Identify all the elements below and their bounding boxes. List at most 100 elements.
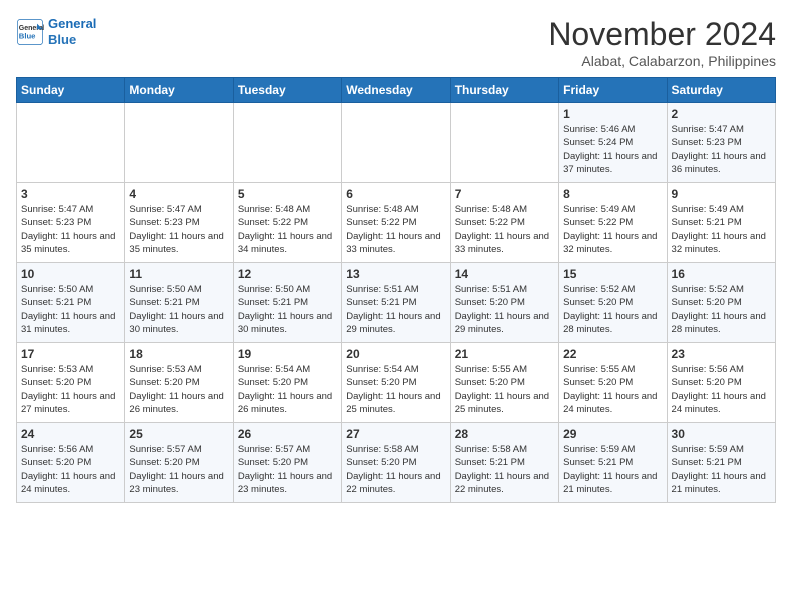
day-number: 18	[129, 347, 228, 361]
calendar-cell-w2-d3: 13 Sunrise: 5:51 AMSunset: 5:21 PMDayligh…	[342, 263, 450, 343]
calendar-week-2: 10 Sunrise: 5:50 AMSunset: 5:21 PMDayligh…	[17, 263, 776, 343]
weekday-header-friday: Friday	[559, 78, 667, 103]
calendar-cell-w2-d4: 14Sunrise: 5:51 AMSunset: 5:20 PMDayligh…	[450, 263, 558, 343]
day-info: Sunrise: 5:57 AMSunset: 5:20 PMDaylight:…	[129, 443, 228, 496]
day-number: 7	[455, 187, 554, 201]
calendar-cell-w0-d0	[17, 103, 125, 183]
calendar-cell-w1-d3: 6 Sunrise: 5:48 AMSunset: 5:22 PMDaylight…	[342, 183, 450, 263]
calendar-cell-w3-d2: 19Sunrise: 5:54 AMSunset: 5:20 PMDayligh…	[233, 343, 341, 423]
day-info: Sunrise: 5:47 AMSunset: 5:23 PMDaylight:…	[21, 203, 120, 256]
calendar-cell-w0-d6: 2 Sunrise: 5:47 AMSunset: 5:23 PMDaylight…	[667, 103, 775, 183]
day-number: 21	[455, 347, 554, 361]
location: Alabat, Calabarzon, Philippines	[548, 53, 776, 69]
logo-text: General Blue	[48, 16, 96, 47]
day-number: 14	[455, 267, 554, 281]
title-block: November 2024 Alabat, Calabarzon, Philip…	[548, 16, 776, 69]
day-info: Sunrise: 5:49 AMSunset: 5:21 PMDaylight:…	[672, 203, 771, 256]
weekday-header-row: SundayMondayTuesdayWednesdayThursdayFrid…	[17, 78, 776, 103]
day-info: Sunrise: 5:59 AMSunset: 5:21 PMDaylight:…	[672, 443, 771, 496]
day-info: Sunrise: 5:53 AMSunset: 5:20 PMDaylight:…	[129, 363, 228, 416]
weekday-header-wednesday: Wednesday	[342, 78, 450, 103]
day-number: 28	[455, 427, 554, 441]
day-info: Sunrise: 5:54 AMSunset: 5:20 PMDaylight:…	[346, 363, 445, 416]
logo: General Blue General Blue	[16, 16, 96, 47]
day-number: 24	[21, 427, 120, 441]
calendar-body: 1 Sunrise: 5:46 AMSunset: 5:24 PMDaylight…	[17, 103, 776, 503]
day-info: Sunrise: 5:47 AMSunset: 5:23 PMDaylight:…	[672, 123, 771, 176]
calendar-cell-w4-d2: 26Sunrise: 5:57 AMSunset: 5:20 PMDayligh…	[233, 423, 341, 503]
calendar-cell-w1-d1: 4 Sunrise: 5:47 AMSunset: 5:23 PMDaylight…	[125, 183, 233, 263]
calendar-cell-w3-d4: 21 Sunrise: 5:55 AMSunset: 5:20 PMDayligh…	[450, 343, 558, 423]
calendar-cell-w4-d6: 30 Sunrise: 5:59 AMSunset: 5:21 PMDayligh…	[667, 423, 775, 503]
day-number: 5	[238, 187, 337, 201]
calendar-cell-w0-d3	[342, 103, 450, 183]
calendar-cell-w4-d0: 24Sunrise: 5:56 AMSunset: 5:20 PMDayligh…	[17, 423, 125, 503]
calendar-week-4: 24Sunrise: 5:56 AMSunset: 5:20 PMDayligh…	[17, 423, 776, 503]
day-number: 13	[346, 267, 445, 281]
day-number: 11	[129, 267, 228, 281]
calendar-cell-w0-d1	[125, 103, 233, 183]
day-number: 9	[672, 187, 771, 201]
day-number: 2	[672, 107, 771, 121]
calendar-table: SundayMondayTuesdayWednesdayThursdayFrid…	[16, 77, 776, 503]
day-info: Sunrise: 5:47 AMSunset: 5:23 PMDaylight:…	[129, 203, 228, 256]
day-number: 17	[21, 347, 120, 361]
day-number: 29	[563, 427, 662, 441]
day-number: 10	[21, 267, 120, 281]
day-info: Sunrise: 5:58 AMSunset: 5:20 PMDaylight:…	[346, 443, 445, 496]
calendar-week-1: 3Sunrise: 5:47 AMSunset: 5:23 PMDaylight…	[17, 183, 776, 263]
month-title: November 2024	[548, 16, 776, 53]
day-info: Sunrise: 5:51 AMSunset: 5:21 PMDaylight:…	[346, 283, 445, 336]
calendar-cell-w3-d3: 20 Sunrise: 5:54 AMSunset: 5:20 PMDayligh…	[342, 343, 450, 423]
day-number: 25	[129, 427, 228, 441]
day-info: Sunrise: 5:48 AMSunset: 5:22 PMDaylight:…	[455, 203, 554, 256]
weekday-header-tuesday: Tuesday	[233, 78, 341, 103]
day-number: 1	[563, 107, 662, 121]
calendar-cell-w2-d6: 16Sunrise: 5:52 AMSunset: 5:20 PMDayligh…	[667, 263, 775, 343]
day-info: Sunrise: 5:46 AMSunset: 5:24 PMDaylight:…	[563, 123, 662, 176]
day-info: Sunrise: 5:56 AMSunset: 5:20 PMDaylight:…	[672, 363, 771, 416]
calendar-cell-w0-d4	[450, 103, 558, 183]
calendar-cell-w0-d5: 1 Sunrise: 5:46 AMSunset: 5:24 PMDaylight…	[559, 103, 667, 183]
day-info: Sunrise: 5:52 AMSunset: 5:20 PMDaylight:…	[563, 283, 662, 336]
calendar-cell-w3-d6: 23Sunrise: 5:56 AMSunset: 5:20 PMDayligh…	[667, 343, 775, 423]
calendar-cell-w1-d2: 5 Sunrise: 5:48 AMSunset: 5:22 PMDaylight…	[233, 183, 341, 263]
day-number: 15	[563, 267, 662, 281]
calendar-cell-w1-d4: 7 Sunrise: 5:48 AMSunset: 5:22 PMDaylight…	[450, 183, 558, 263]
day-info: Sunrise: 5:50 AMSunset: 5:21 PMDaylight:…	[129, 283, 228, 336]
calendar-cell-w3-d1: 18 Sunrise: 5:53 AMSunset: 5:20 PMDayligh…	[125, 343, 233, 423]
day-number: 19	[238, 347, 337, 361]
day-number: 20	[346, 347, 445, 361]
calendar-week-3: 17 Sunrise: 5:53 AMSunset: 5:20 PMDayligh…	[17, 343, 776, 423]
calendar-cell-w4-d5: 29 Sunrise: 5:59 AMSunset: 5:21 PMDayligh…	[559, 423, 667, 503]
day-info: Sunrise: 5:48 AMSunset: 5:22 PMDaylight:…	[238, 203, 337, 256]
weekday-header-sunday: Sunday	[17, 78, 125, 103]
day-number: 27	[346, 427, 445, 441]
day-number: 12	[238, 267, 337, 281]
calendar-cell-w2-d2: 12 Sunrise: 5:50 AMSunset: 5:21 PMDayligh…	[233, 263, 341, 343]
day-info: Sunrise: 5:52 AMSunset: 5:20 PMDaylight:…	[672, 283, 771, 336]
calendar-cell-w2-d0: 10 Sunrise: 5:50 AMSunset: 5:21 PMDayligh…	[17, 263, 125, 343]
logo-icon: General Blue	[16, 18, 44, 46]
calendar-cell-w2-d5: 15 Sunrise: 5:52 AMSunset: 5:20 PMDayligh…	[559, 263, 667, 343]
calendar-cell-w2-d1: 11 Sunrise: 5:50 AMSunset: 5:21 PMDayligh…	[125, 263, 233, 343]
day-number: 22	[563, 347, 662, 361]
day-number: 6	[346, 187, 445, 201]
day-number: 4	[129, 187, 228, 201]
day-number: 30	[672, 427, 771, 441]
day-info: Sunrise: 5:55 AMSunset: 5:20 PMDaylight:…	[455, 363, 554, 416]
day-number: 26	[238, 427, 337, 441]
calendar-week-0: 1 Sunrise: 5:46 AMSunset: 5:24 PMDaylight…	[17, 103, 776, 183]
day-info: Sunrise: 5:50 AMSunset: 5:21 PMDaylight:…	[21, 283, 120, 336]
day-info: Sunrise: 5:50 AMSunset: 5:21 PMDaylight:…	[238, 283, 337, 336]
page-header: General Blue General Blue November 2024 …	[16, 16, 776, 69]
calendar-cell-w4-d3: 27 Sunrise: 5:58 AMSunset: 5:20 PMDayligh…	[342, 423, 450, 503]
calendar-header: SundayMondayTuesdayWednesdayThursdayFrid…	[17, 78, 776, 103]
weekday-header-thursday: Thursday	[450, 78, 558, 103]
day-info: Sunrise: 5:53 AMSunset: 5:20 PMDaylight:…	[21, 363, 120, 416]
day-info: Sunrise: 5:48 AMSunset: 5:22 PMDaylight:…	[346, 203, 445, 256]
calendar-cell-w1-d6: 9 Sunrise: 5:49 AMSunset: 5:21 PMDaylight…	[667, 183, 775, 263]
weekday-header-monday: Monday	[125, 78, 233, 103]
calendar-cell-w1-d5: 8Sunrise: 5:49 AMSunset: 5:22 PMDaylight…	[559, 183, 667, 263]
day-info: Sunrise: 5:59 AMSunset: 5:21 PMDaylight:…	[563, 443, 662, 496]
